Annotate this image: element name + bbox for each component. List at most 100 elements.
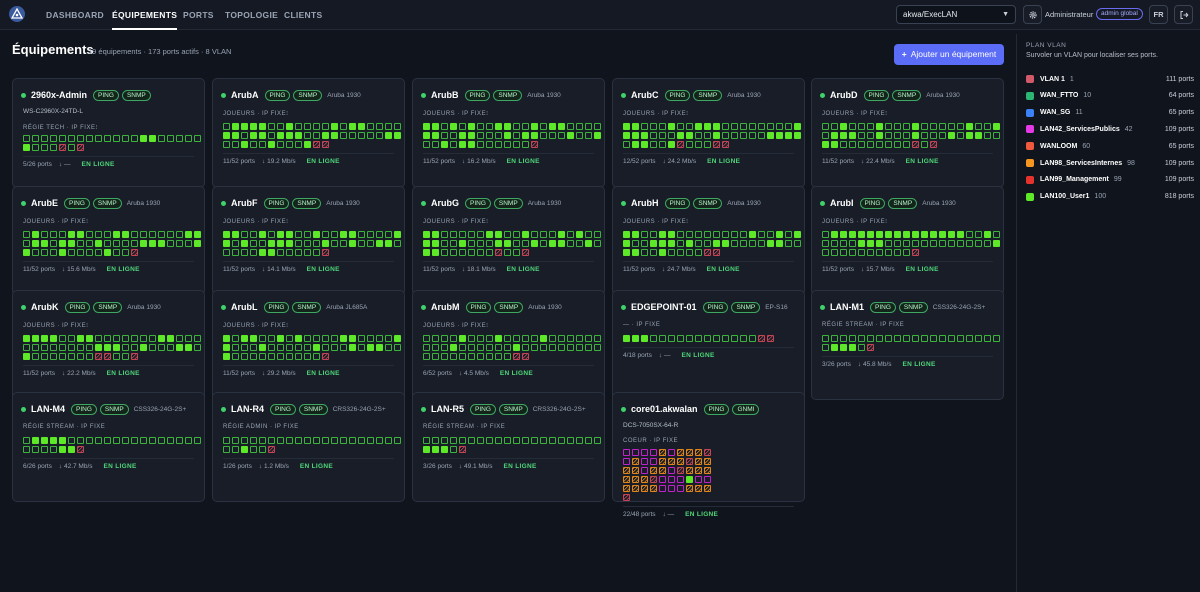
port-down[interactable]	[286, 141, 293, 148]
port-up[interactable]	[849, 132, 856, 139]
port-vlan-trunk[interactable]	[659, 485, 666, 492]
port-up[interactable]	[459, 240, 466, 247]
device-card[interactable]: ArubD PING SNMP Aruba 1930 JOUEURS · IP FIXE…	[811, 78, 1004, 188]
port-down[interactable]	[885, 335, 892, 342]
port-down[interactable]	[677, 335, 684, 342]
port-up[interactable]	[939, 231, 946, 238]
port-up[interactable]	[122, 231, 129, 238]
port-down[interactable]	[822, 123, 829, 130]
port-down[interactable]	[250, 141, 257, 148]
device-card[interactable]: ArubB PING SNMP Aruba 1930 JOUEURS · IP FIXE…	[412, 78, 605, 188]
port-down[interactable]	[23, 240, 30, 247]
port-disabled[interactable]	[322, 249, 329, 256]
port-down[interactable]	[686, 335, 693, 342]
port-down[interactable]	[831, 335, 838, 342]
port-down[interactable]	[331, 344, 338, 351]
port-error[interactable]	[677, 449, 684, 456]
port-error[interactable]	[695, 449, 702, 456]
port-vlan-trunk[interactable]	[668, 476, 675, 483]
port-down[interactable]	[241, 231, 248, 238]
port-down[interactable]	[194, 437, 201, 444]
port-up[interactable]	[304, 141, 311, 148]
port-up[interactable]	[957, 231, 964, 238]
port-down[interactable]	[993, 132, 1000, 139]
port-down[interactable]	[50, 144, 57, 151]
port-vlan-trunk[interactable]	[677, 485, 684, 492]
port-down[interactable]	[704, 240, 711, 247]
port-vlan-trunk[interactable]	[641, 449, 648, 456]
port-up[interactable]	[349, 231, 356, 238]
port-down[interactable]	[131, 231, 138, 238]
port-down[interactable]	[304, 437, 311, 444]
port-down[interactable]	[304, 249, 311, 256]
device-card[interactable]: ArubC PING SNMP Aruba 1930 JOUEURS · IP FIXE…	[612, 78, 805, 188]
port-disabled[interactable]	[77, 446, 84, 453]
port-down[interactable]	[86, 240, 93, 247]
port-up[interactable]	[921, 231, 928, 238]
port-down[interactable]	[677, 249, 684, 256]
port-up[interactable]	[223, 132, 230, 139]
port-up[interactable]	[104, 344, 111, 351]
port-up[interactable]	[840, 231, 847, 238]
port-up[interactable]	[250, 132, 257, 139]
port-down[interactable]	[131, 240, 138, 247]
device-card[interactable]: ArubL PING SNMP Aruba JL685A JOUEURS · IP FI…	[212, 290, 405, 400]
port-down[interactable]	[468, 249, 475, 256]
port-error[interactable]	[650, 485, 657, 492]
port-up[interactable]	[23, 249, 30, 256]
port-down[interactable]	[468, 353, 475, 360]
port-down[interactable]	[885, 132, 892, 139]
port-up[interactable]	[549, 123, 556, 130]
port-down[interactable]	[113, 135, 120, 142]
port-up[interactable]	[632, 141, 639, 148]
port-up[interactable]	[32, 240, 39, 247]
port-disabled[interactable]	[322, 141, 329, 148]
port-down[interactable]	[549, 437, 556, 444]
port-up[interactable]	[849, 344, 856, 351]
port-down[interactable]	[903, 240, 910, 247]
port-down[interactable]	[921, 141, 928, 148]
device-card[interactable]: EDGEPOINT-01 PING SNMP EP-S16 — · IP FIXE 4/1…	[612, 290, 805, 400]
port-down[interactable]	[486, 249, 493, 256]
port-down[interactable]	[250, 353, 257, 360]
port-down[interactable]	[513, 231, 520, 238]
port-up[interactable]	[349, 240, 356, 247]
port-down[interactable]	[713, 231, 720, 238]
port-down[interactable]	[522, 344, 529, 351]
port-vlan-trunk[interactable]	[641, 458, 648, 465]
port-up[interactable]	[340, 231, 347, 238]
port-down[interactable]	[113, 249, 120, 256]
add-device-button[interactable]: + Ajouter un équipement	[894, 44, 1004, 65]
port-down[interactable]	[576, 344, 583, 351]
port-down[interactable]	[268, 132, 275, 139]
port-down[interactable]	[104, 135, 111, 142]
port-down[interactable]	[659, 141, 666, 148]
port-up[interactable]	[450, 123, 457, 130]
port-down[interactable]	[984, 132, 991, 139]
port-up[interactable]	[268, 240, 275, 247]
port-up[interactable]	[522, 132, 529, 139]
port-down[interactable]	[241, 437, 248, 444]
port-up[interactable]	[23, 335, 30, 342]
port-down[interactable]	[68, 335, 75, 342]
port-down[interactable]	[840, 141, 847, 148]
port-down[interactable]	[113, 335, 120, 342]
port-down[interactable]	[450, 141, 457, 148]
port-up[interactable]	[322, 240, 329, 247]
port-up[interactable]	[632, 335, 639, 342]
port-error[interactable]	[659, 458, 666, 465]
port-down[interactable]	[423, 353, 430, 360]
port-vlan-trunk[interactable]	[632, 449, 639, 456]
port-down[interactable]	[140, 231, 147, 238]
port-down[interactable]	[86, 353, 93, 360]
port-down[interactable]	[876, 249, 883, 256]
port-up[interactable]	[268, 249, 275, 256]
port-up[interactable]	[594, 132, 601, 139]
port-down[interactable]	[903, 132, 910, 139]
port-disabled[interactable]	[930, 141, 937, 148]
device-card[interactable]: ArubK PING SNMP Aruba 1930 JOUEURS · IP FIXE…	[12, 290, 205, 400]
port-up[interactable]	[993, 240, 1000, 247]
port-down[interactable]	[477, 437, 484, 444]
port-up[interactable]	[104, 249, 111, 256]
device-name[interactable]: LAN-M4	[31, 404, 65, 414]
